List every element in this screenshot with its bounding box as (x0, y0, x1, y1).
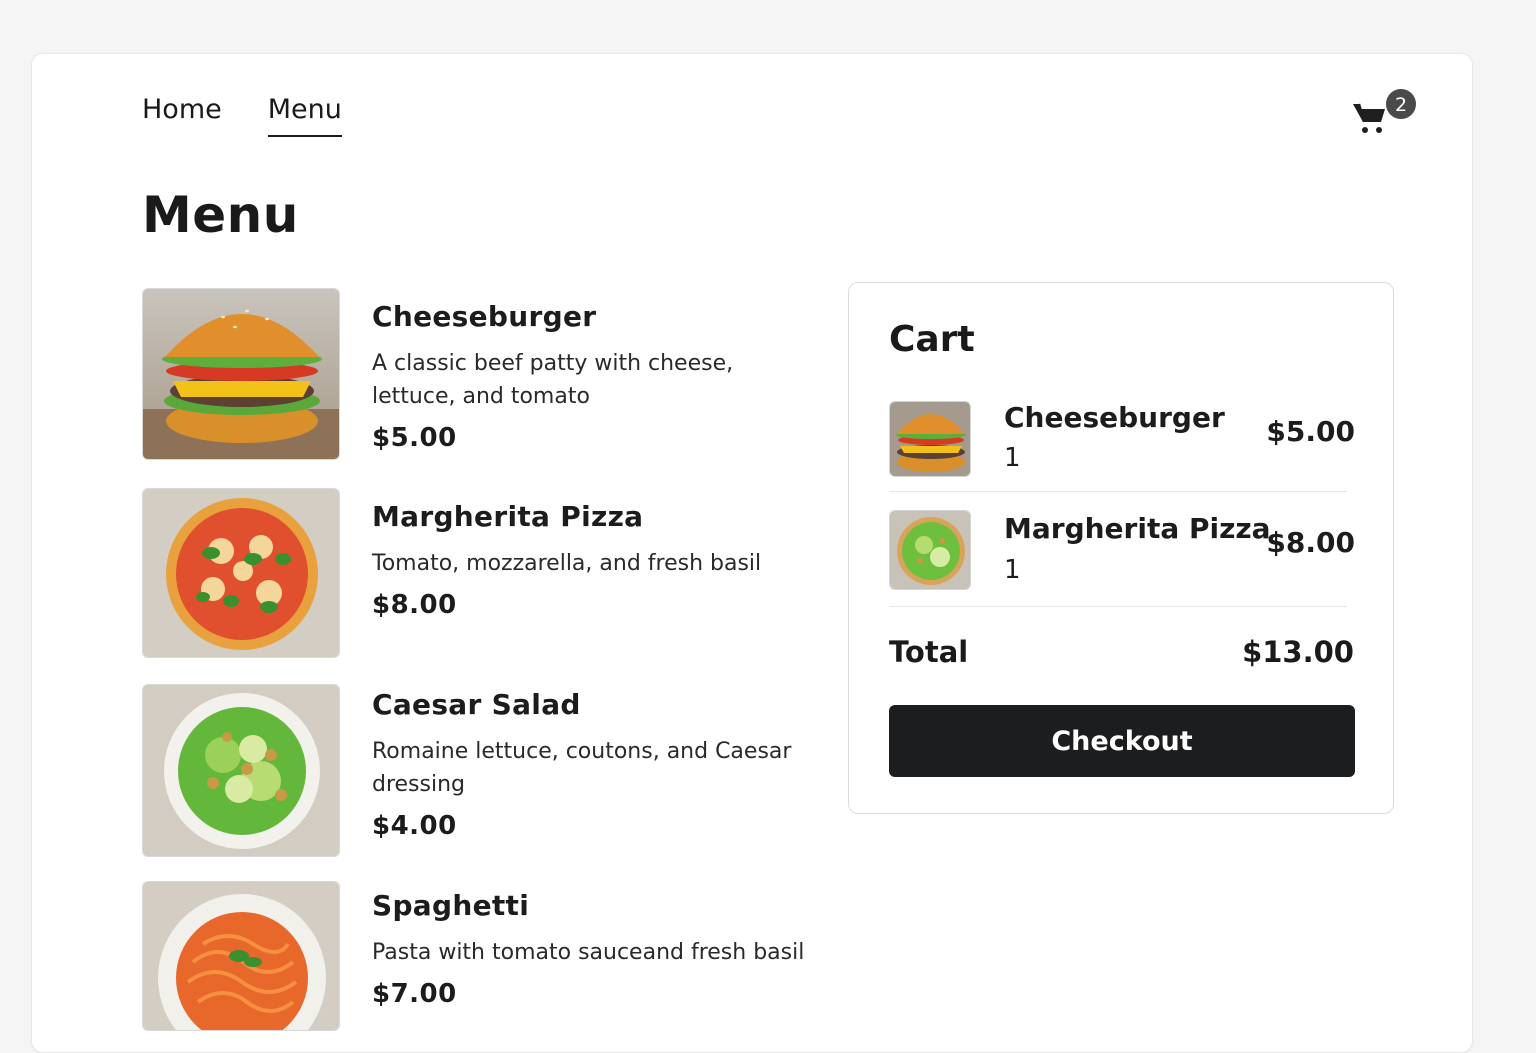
cart-item-quantity: 1 (1004, 443, 1021, 473)
cart-item-image (889, 510, 971, 590)
cart-item-price: $8.00 (1266, 526, 1355, 559)
cart-title: Cart (889, 319, 975, 360)
menu-item-price: $8.00 (372, 590, 457, 620)
cart-item-margherita-pizza: Margherita Pizza 1 $8.00 (889, 510, 1355, 590)
app-window: Home Menu 2 Menu Cheeseburger A classic … (31, 53, 1473, 1053)
caesar-salad-image (142, 684, 340, 857)
menu-item-price: $7.00 (372, 979, 457, 1009)
cart-divider (889, 491, 1347, 492)
shopping-cart-icon (1353, 103, 1385, 133)
nav-link-menu[interactable]: Menu (267, 94, 343, 137)
checkout-button[interactable]: Checkout (889, 705, 1355, 777)
cart-divider (889, 606, 1347, 607)
menu-item-name: Margherita Pizza (372, 500, 644, 533)
page-title: Menu (142, 186, 299, 244)
cart-item-quantity: 1 (1004, 555, 1021, 585)
menu-item-description: A classic beef patty with cheese, lettuc… (372, 351, 734, 409)
menu-item-name: Spaghetti (372, 889, 530, 922)
cart-item-cheeseburger: Cheeseburger 1 $5.00 (889, 401, 1355, 481)
cart-item-name: Margherita Pizza (1004, 512, 1271, 545)
nav-link-home[interactable]: Home (142, 94, 222, 137)
top-nav: Home Menu (142, 94, 343, 137)
menu-item-name: Cheeseburger (372, 300, 597, 333)
menu-item-price: $5.00 (372, 423, 457, 453)
menu-item-description: Pasta with tomato sauceand fresh basil (372, 940, 805, 965)
menu-item-description: Romaine lettuce, coutons, and Caesar dre… (372, 739, 792, 797)
cart-button[interactable]: 2 (1352, 86, 1422, 142)
total-label: Total (889, 635, 969, 669)
cart-item-image (889, 401, 971, 477)
cart-item-name: Cheeseburger (1004, 401, 1225, 434)
margherita-pizza-image (142, 488, 340, 658)
cart-item-price: $5.00 (1266, 415, 1355, 448)
cart-panel: Cart Cheeseburger 1 $5.00 Margherita Piz… (848, 282, 1394, 814)
total-value: $13.00 (1242, 635, 1354, 669)
menu-item-price: $4.00 (372, 811, 457, 841)
cheeseburger-image (142, 288, 340, 460)
cart-count-badge: 2 (1385, 88, 1417, 120)
menu-item-description: Tomato, mozzarella, and fresh basil (372, 551, 762, 576)
spaghetti-image (142, 881, 340, 1031)
menu-item-name: Caesar Salad (372, 688, 581, 721)
